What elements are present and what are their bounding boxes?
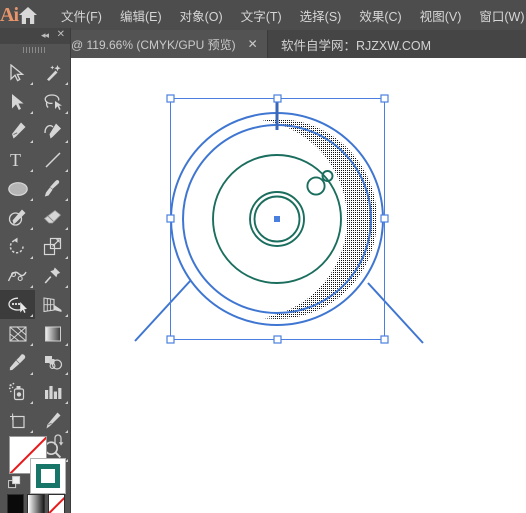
watermark-text: 软件自学网：RJZXW.COM [281,38,431,53]
menu-edit[interactable]: 编辑(E) [111,2,171,29]
tool-corner-marker [65,111,68,114]
column-graph-tool[interactable] [35,377,70,406]
tool-corner-marker [30,343,33,346]
tool-corner-marker [65,256,68,259]
lasso-tool[interactable] [35,87,70,116]
svg-text:T: T [10,150,21,169]
illustrator-window: Ai 文件(F) 编辑(E) 对象(O) 文字(T) 选择(S) 效果(C) 视… [0,0,526,513]
tool-corner-marker [65,285,68,288]
tool-corner-marker [65,169,68,172]
app-logo: Ai [0,3,19,26]
color-mode-gradient[interactable] [27,494,45,513]
tool-corner-marker [30,256,33,259]
menu-item-list: 文件(F) 编辑(E) 对象(O) 文字(T) 选择(S) 效果(C) 视图(V… [44,2,526,29]
tool-corner-marker [30,401,33,404]
free-transform-tool[interactable] [35,261,70,290]
artboard-canvas[interactable] [71,58,526,513]
color-controls [0,428,70,513]
tool-corner-marker [30,140,33,143]
selection-handle[interactable] [380,335,389,344]
wheel-illustration [134,94,424,344]
tool-corner-marker [30,227,33,230]
tool-corner-marker [30,314,33,317]
tool-corner-marker [30,372,33,375]
close-icon[interactable]: ✕ [57,29,65,40]
tool-corner-marker [65,140,68,143]
menu-select[interactable]: 选择(S) [291,2,351,29]
rotate-tool[interactable] [0,232,35,261]
menu-window[interactable]: 窗口(W) [470,2,526,29]
tool-grid: T [0,58,70,464]
eraser-tool[interactable] [35,203,70,232]
tools-panel: ◂◂ ✕ T [0,28,71,513]
tick-line-upper-left [134,279,192,342]
stroke-swatch[interactable] [30,458,66,494]
swap-fill-stroke-icon[interactable] [52,434,66,448]
selection-handle[interactable] [273,335,282,344]
pen-tool[interactable] [0,116,35,145]
width-tool[interactable] [0,261,35,290]
menu-view[interactable]: 视图(V) [411,2,471,29]
tool-corner-marker [65,198,68,201]
ellipse-tool[interactable] [0,174,35,203]
menu-effect[interactable]: 效果(C) [350,2,410,29]
close-icon[interactable]: ✕ [248,37,258,51]
paintbrush-tool[interactable] [35,174,70,203]
tool-corner-marker [65,314,68,317]
menu-file[interactable]: 文件(F) [52,2,111,29]
eyedropper-tool[interactable] [0,348,35,377]
document-tab-label: @ 119.66% (CMYK/GPU 预览) [71,37,236,52]
panel-grip[interactable] [0,44,70,56]
curvature-tool[interactable] [35,116,70,145]
color-mode-solid[interactable] [7,494,25,513]
document-tab[interactable]: @ 119.66% (CMYK/GPU 预览) ✕ [63,30,268,58]
perspective-grid-tool[interactable] [35,290,70,319]
tool-corner-marker [30,169,33,172]
scale-tool[interactable] [35,232,70,261]
default-fill-stroke-icon[interactable] [8,476,22,490]
symbol-sprayer-tool[interactable] [0,377,35,406]
blend-tool[interactable] [35,348,70,377]
color-mode-row [7,494,65,513]
menu-type[interactable]: 文字(T) [232,2,291,29]
tool-corner-marker [30,111,33,114]
center-anchor-point[interactable] [274,216,280,222]
tool-corner-marker [30,82,33,85]
none-diagonal-icon [49,495,64,513]
tool-corner-marker [65,343,68,346]
mesh-tool[interactable] [0,319,35,348]
line-segment-tool[interactable] [35,145,70,174]
selection-handle[interactable] [380,214,389,223]
selection-tool[interactable] [0,58,35,87]
magic-wand-tool[interactable] [35,58,70,87]
collapse-icon[interactable]: ◂◂ [41,30,49,41]
selection-handle[interactable] [166,94,175,103]
tool-corner-marker [65,82,68,85]
tick-line-lower-right [367,282,424,344]
selection-handle[interactable] [380,94,389,103]
color-mode-none[interactable] [47,494,65,513]
selection-handle[interactable] [166,214,175,223]
home-icon[interactable] [18,0,38,30]
tool-corner-marker [30,285,33,288]
tool-corner-marker [65,227,68,230]
selection-handle[interactable] [273,94,282,103]
gradient-tool[interactable] [35,319,70,348]
selection-handle[interactable] [166,335,175,344]
menu-object[interactable]: 对象(O) [171,2,232,29]
tools-panel-header: ◂◂ ✕ [0,28,70,44]
shape-builder-tool[interactable] [0,290,35,319]
tool-corner-marker [65,372,68,375]
tool-corner-marker [65,401,68,404]
menu-bar: Ai 文件(F) 编辑(E) 对象(O) 文字(T) 选择(S) 效果(C) 视… [0,0,526,30]
tool-corner-marker [30,198,33,201]
shaper-tool[interactable] [0,203,35,232]
direct-selection-tool[interactable] [0,87,35,116]
type-tool[interactable]: T [0,145,35,174]
document-tab-bar: @ 119.66% (CMYK/GPU 预览) ✕ 软件自学网：RJZXW.CO… [0,30,526,58]
